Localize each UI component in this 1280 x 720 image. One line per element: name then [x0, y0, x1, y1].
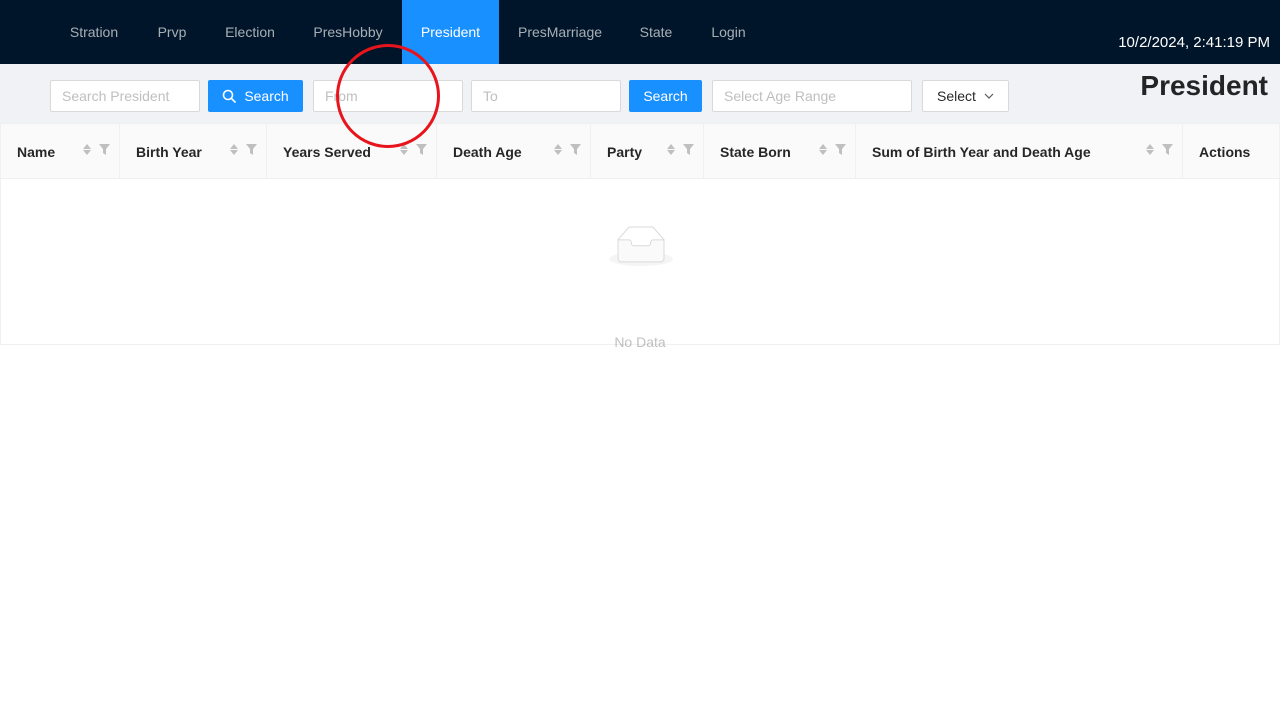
top-navbar: Stration Prvp Election PresHobby Preside… [0, 0, 1280, 64]
column-header-label: Years Served [283, 143, 371, 160]
column-header-death-age[interactable]: Death Age [437, 124, 591, 179]
column-header-sum-birth-death[interactable]: Sum of Birth Year and Death Age [856, 124, 1183, 179]
column-header-label: Actions [1199, 143, 1251, 160]
nav-item-preshobby[interactable]: PresHobby [294, 0, 402, 64]
from-input[interactable] [313, 80, 463, 112]
filter-icon[interactable] [683, 144, 694, 155]
nav-item-stration[interactable]: Stration [50, 0, 138, 64]
filter-icon[interactable] [416, 144, 427, 155]
column-header-party[interactable]: Party [591, 124, 704, 179]
nav-item-election[interactable]: Election [206, 0, 294, 64]
select-dropdown-button[interactable]: Select [922, 80, 1009, 112]
page-title: President [1140, 70, 1268, 101]
search-button[interactable]: Search [208, 80, 303, 112]
empty-text: No Data [614, 334, 666, 350]
column-header-label: Party [607, 143, 643, 160]
to-input[interactable] [471, 80, 621, 112]
search-president-input[interactable] [50, 80, 200, 112]
president-table: Name Birth Year Years Served Death Age P… [0, 123, 1280, 350]
column-header-state-born[interactable]: State Born [704, 124, 856, 179]
column-header-years-served[interactable]: Years Served [267, 124, 437, 179]
column-header-label: Birth Year [136, 143, 202, 160]
empty-inbox-icon [609, 226, 673, 266]
nav-item-state[interactable]: State [621, 0, 691, 64]
filter-toolbar: Search Search Select President [0, 64, 1280, 123]
column-header-actions: Actions [1183, 124, 1279, 179]
column-header-label: Death Age [453, 143, 522, 160]
filter-icon[interactable] [246, 144, 257, 155]
nav-item-presmarriage[interactable]: PresMarriage [499, 0, 621, 64]
chevron-down-icon [984, 93, 994, 99]
empty-state: No Data [1, 180, 1279, 350]
nav-item-login[interactable]: Login [691, 0, 766, 64]
column-header-birth-year[interactable]: Birth Year [120, 124, 267, 179]
sort-icon[interactable] [819, 144, 827, 155]
search-button-label: Search [244, 88, 289, 104]
age-range-select[interactable] [712, 80, 912, 112]
search-icon [223, 89, 237, 103]
column-header-name[interactable]: Name [1, 124, 120, 179]
range-search-button[interactable]: Search [629, 80, 702, 112]
nav-item-prvp[interactable]: Prvp [138, 0, 206, 64]
select-dropdown-label: Select [937, 88, 976, 104]
table-header: Name Birth Year Years Served Death Age P… [1, 124, 1279, 179]
sort-icon[interactable] [667, 144, 675, 155]
clock-display: 10/2/2024, 2:41:19 PM [1118, 34, 1270, 51]
filter-icon[interactable] [1162, 144, 1173, 155]
column-header-label: Name [17, 143, 56, 160]
sort-icon[interactable] [554, 144, 562, 155]
filter-icon[interactable] [570, 144, 581, 155]
range-search-button-label: Search [643, 88, 688, 104]
sort-icon[interactable] [400, 144, 408, 155]
column-header-label: State Born [720, 143, 791, 160]
filter-icon[interactable] [835, 144, 846, 155]
nav-item-president[interactable]: President [402, 0, 499, 64]
filter-icon[interactable] [99, 144, 110, 155]
sort-icon[interactable] [230, 144, 238, 155]
sort-icon[interactable] [83, 144, 91, 155]
sort-icon[interactable] [1146, 144, 1154, 155]
column-header-label: Sum of Birth Year and Death Age [872, 143, 1091, 160]
